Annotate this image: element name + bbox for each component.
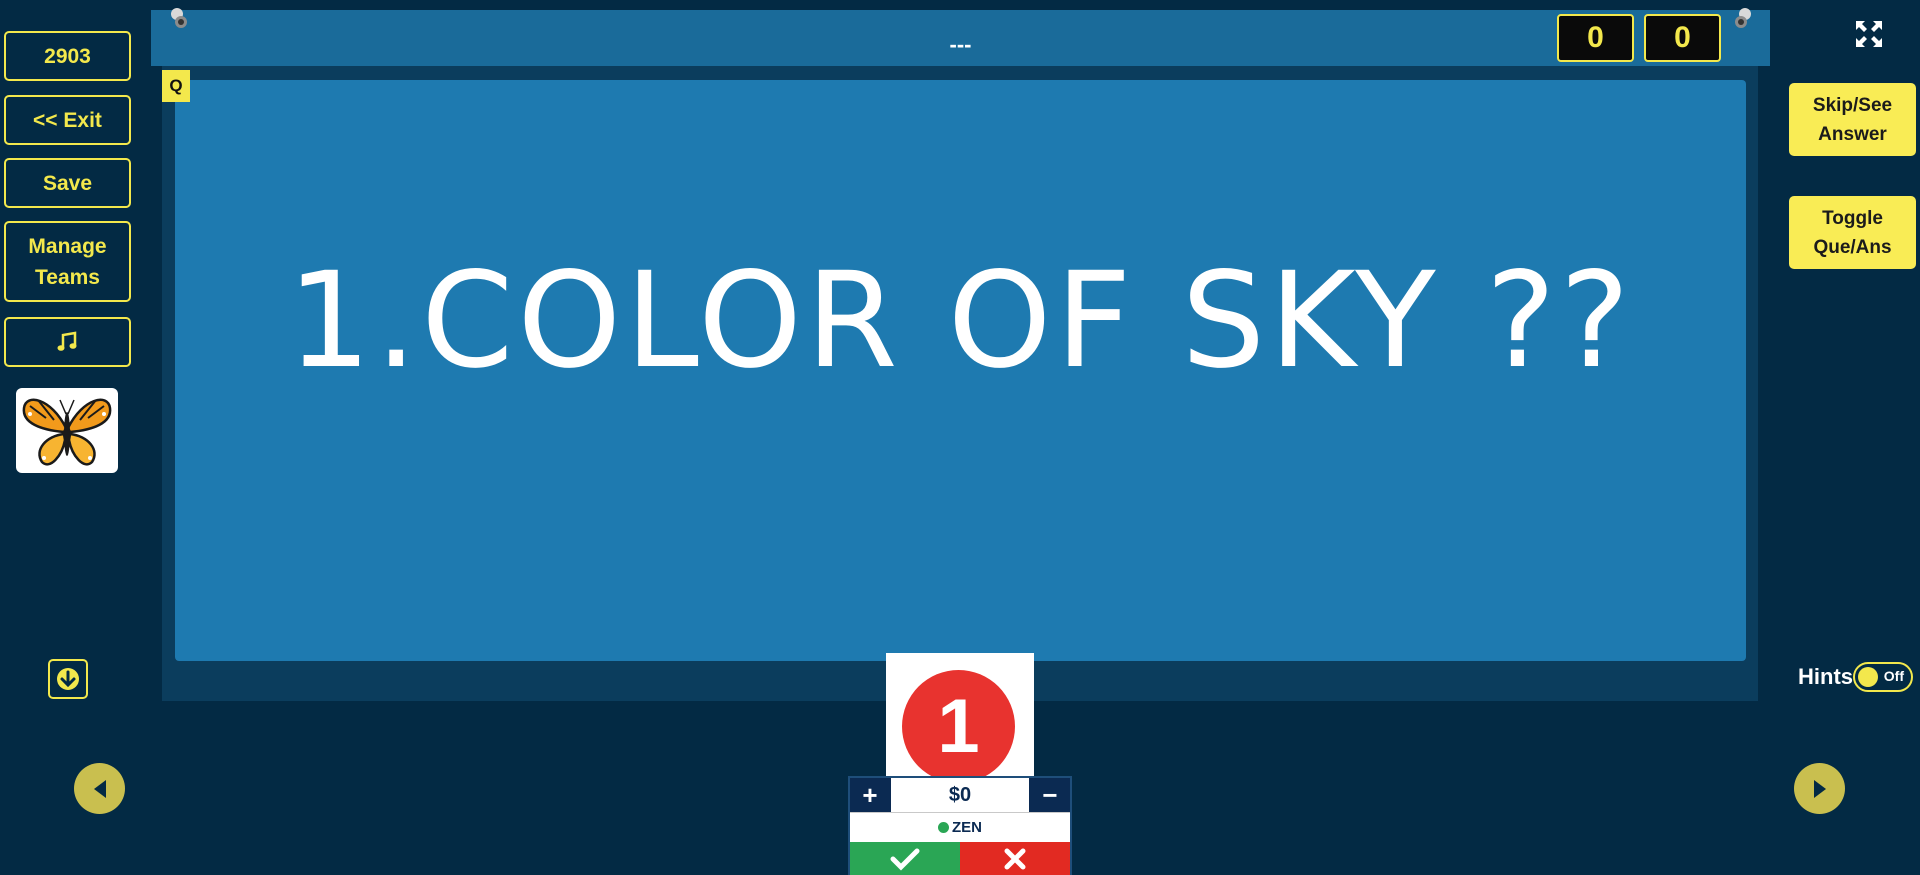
x-icon — [1004, 848, 1026, 869]
save-button[interactable]: Save — [4, 158, 131, 208]
header-bar: --- — [151, 10, 1770, 66]
music-note-icon — [57, 331, 76, 351]
add-points-button[interactable]: + — [850, 778, 890, 812]
question-text: 1.COLOR OF SKY ?? — [287, 243, 1634, 398]
team-card: 1 — [886, 653, 1034, 783]
triangle-right-icon — [1813, 779, 1826, 798]
next-question-button[interactable] — [1794, 763, 1845, 814]
game-code-label: 2903 — [44, 44, 91, 68]
arrow-down-icon — [57, 668, 79, 690]
hints-toggle[interactable]: Off — [1853, 662, 1913, 692]
previous-question-button[interactable] — [74, 763, 125, 814]
checkmark-icon — [890, 848, 920, 871]
team-number-badge: 1 — [902, 670, 1015, 783]
hints-state: Off — [1883, 668, 1904, 684]
round-title: --- — [949, 32, 972, 57]
manage-teams-line1: Manage — [28, 234, 107, 258]
toggle-line1: Toggle — [1822, 207, 1883, 229]
manage-teams-button[interactable]: Manage Teams — [4, 221, 131, 302]
butterfly-icon — [22, 398, 112, 466]
toggle-question-answer-button[interactable]: Toggle Que/Ans — [1789, 196, 1916, 269]
exit-button[interactable]: << Exit — [4, 95, 131, 145]
bolt-left-icon — [171, 8, 187, 28]
skip-line1: Skip/See — [1812, 94, 1893, 116]
question-board: 1.COLOR OF SKY ?? — [175, 80, 1746, 661]
bolt-right-icon — [1735, 8, 1751, 28]
triangle-left-icon — [93, 779, 106, 798]
scoreboard-left: 0 — [1557, 14, 1634, 62]
hints-toggle-knob — [1858, 667, 1878, 687]
music-button[interactable] — [4, 317, 131, 367]
mark-correct-button[interactable] — [850, 842, 960, 875]
exit-label: << Exit — [33, 108, 102, 132]
toggle-line2: Que/Ans — [1813, 236, 1892, 258]
score-left-value: 0 — [1587, 21, 1604, 54]
manage-teams-line2: Teams — [35, 265, 100, 289]
save-label: Save — [42, 171, 93, 195]
team-score-row: + $0 − — [850, 778, 1070, 812]
game-code-button[interactable]: 2903 — [4, 31, 131, 81]
skip-label: Skip/See Answer — [1813, 91, 1892, 149]
score-right-value: 0 — [1674, 21, 1691, 54]
status-dot-icon — [938, 821, 949, 833]
skip-see-answer-button[interactable]: Skip/See Answer — [1789, 83, 1916, 156]
plus-icon: + — [862, 779, 878, 810]
team-score-panel: + $0 − ZEN — [848, 776, 1072, 875]
team-money: $0 — [890, 778, 1030, 812]
skip-line2: Answer — [1818, 123, 1887, 145]
butterfly-avatar[interactable] — [16, 388, 118, 473]
scoreboard-right: 0 — [1644, 14, 1721, 62]
minus-icon: − — [1042, 779, 1058, 810]
team-name: ZEN — [952, 818, 982, 836]
scroll-down-button[interactable] — [48, 659, 88, 699]
team-name-row: ZEN — [850, 812, 1070, 841]
answer-judge-row — [850, 842, 1070, 875]
mark-wrong-button[interactable] — [960, 842, 1070, 875]
fullscreen-expand-icon[interactable] — [1853, 18, 1885, 50]
manage-teams-label: Manage Teams — [28, 231, 106, 293]
hints-label: Hints — [1798, 664, 1853, 689]
question-tag: Q — [162, 70, 190, 102]
toggle-label: Toggle Que/Ans — [1813, 204, 1891, 262]
subtract-points-button[interactable]: − — [1030, 778, 1070, 812]
